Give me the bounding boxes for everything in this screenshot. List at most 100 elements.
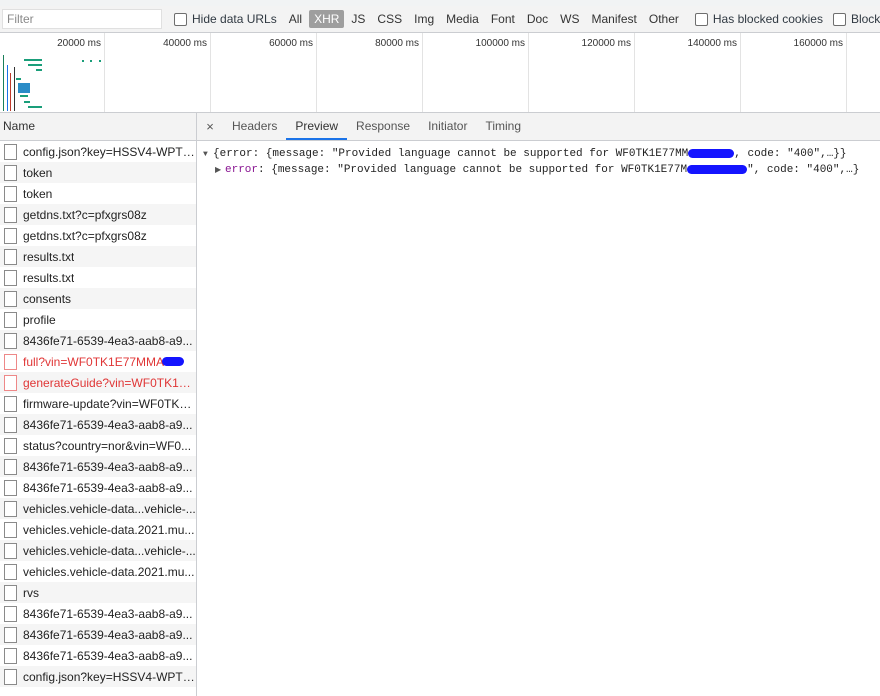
timeline-tick-label: 80000 ms [375,38,419,49]
waterfall-mark [14,67,15,111]
request-name: 8436fe71-6539-4ea3-aab8-a9... [23,333,193,348]
request-name: 8436fe71-6539-4ea3-aab8-a9... [23,459,193,474]
waterfall-mark [90,60,92,62]
timeline-gridline [210,33,211,112]
name-column-header[interactable]: Name [0,113,196,141]
request-row[interactable]: config.json?key=HSSV4-WPTF... [0,141,196,162]
request-details-panel: × Headers Preview Response Initiator Timing … [197,113,880,696]
request-row[interactable]: 8436fe71-6539-4ea3-aab8-a9... [0,477,196,498]
redacted-scribble [687,164,748,174]
request-name: consents [23,291,72,306]
filter-input[interactable] [2,9,162,29]
waterfall-mark [16,78,21,80]
timeline-gridline [634,33,635,112]
request-row[interactable]: results.txt [0,267,196,288]
has-blocked-cookies-toggle[interactable]: Has blocked cookies [694,12,823,26]
type-filter-css[interactable]: CSS [372,10,407,28]
waterfall-mark [82,60,84,62]
timeline-tick-label: 20000 ms [57,38,101,49]
tab-timing[interactable]: Timing [476,113,530,140]
request-row[interactable]: 8436fe71-6539-4ea3-aab8-a9... [0,330,196,351]
filter-bar: Hide data URLs AllXHRJSCSSImgMediaFontDo… [0,6,880,33]
request-row[interactable]: 8436fe71-6539-4ea3-aab8-a9... [0,624,196,645]
request-row[interactable]: token [0,183,196,204]
file-icon [4,584,17,601]
has-blocked-cookies-checkbox[interactable] [694,12,708,26]
request-name: getdns.txt?c=pfxgrs08z [23,228,147,243]
timeline-tick-label: 120000 ms [581,38,631,49]
request-row[interactable]: 8436fe71-6539-4ea3-aab8-a9... [0,414,196,435]
hide-data-urls-checkbox[interactable] [174,12,187,26]
type-filter-manifest[interactable]: Manifest [587,10,642,28]
type-filter-other[interactable]: Other [644,10,684,28]
type-filter-img[interactable]: Img [409,10,439,28]
json-error-line[interactable]: ▶ error: {message: "Provided language can… [203,162,880,178]
request-row[interactable]: getdns.txt?c=pfxgrs08z [0,225,196,246]
redacted-scribble [688,148,735,158]
request-row[interactable]: consents [0,288,196,309]
request-row[interactable]: 8436fe71-6539-4ea3-aab8-a9... [0,603,196,624]
json-key-error: error [225,164,259,176]
file-icon [4,311,17,328]
file-icon [4,521,17,538]
has-blocked-cookies-label: Has blocked cookies [712,12,823,26]
file-icon [4,542,17,559]
request-name: results.txt [23,249,75,264]
json-root-line[interactable]: ▼ {error: {message: "Provided language ca… [203,146,880,162]
type-filter-font[interactable]: Font [486,10,520,28]
waterfall-mark [24,59,42,61]
file-icon [4,647,17,664]
timeline-overview[interactable]: 20000 ms 40000 ms 60000 ms 80000 ms 100000 m… [0,33,880,113]
type-filter-ws[interactable]: WS [555,10,584,28]
request-name: results.txt [23,270,75,285]
timeline-tick-label: 140000 ms [687,38,737,49]
tab-response[interactable]: Response [347,113,419,140]
type-filter-doc[interactable]: Doc [522,10,553,28]
file-icon [4,458,17,475]
timeline-gridline [104,33,105,112]
request-row[interactable]: results.txt [0,246,196,267]
request-row[interactable]: getdns.txt?c=pfxgrs08z [0,204,196,225]
request-row[interactable]: 8436fe71-6539-4ea3-aab8-a9... [0,456,196,477]
close-icon[interactable]: × [197,114,223,140]
blocked-requests-toggle[interactable]: Blocked Rec [832,12,880,26]
file-icon [4,605,17,622]
request-row[interactable]: vehicles.vehicle-data.2021.mu... [0,519,196,540]
request-row[interactable]: status?country=nor&vin=WF0... [0,435,196,456]
request-row[interactable]: profile [0,309,196,330]
request-row[interactable]: vehicles.vehicle-data.2021.mu... [0,561,196,582]
blocked-requests-checkbox[interactable] [832,12,846,26]
request-row[interactable]: config.json?key=HSSV4-WPTF... [0,666,196,687]
request-name: profile [23,312,56,327]
timeline-gridline [316,33,317,112]
file-icon [4,668,17,685]
file-icon [4,416,17,433]
tab-headers[interactable]: Headers [223,113,286,140]
file-icon [4,227,17,244]
hide-data-urls-toggle[interactable]: Hide data URLs [174,12,277,26]
request-name: vehicles.vehicle-data...vehicle-... [23,543,196,558]
waterfall-mark [20,95,28,97]
tab-preview[interactable]: Preview [286,113,348,140]
request-name: 8436fe71-6539-4ea3-aab8-a9... [23,480,193,495]
request-row[interactable]: firmware-update?vin=WF0TK1... [0,393,196,414]
request-name: status?country=nor&vin=WF0... [23,438,192,453]
timeline-gridline [422,33,423,112]
waterfall-mark [28,106,42,108]
tab-initiator[interactable]: Initiator [419,113,476,140]
request-row[interactable]: vehicles.vehicle-data...vehicle-... [0,498,196,519]
request-row[interactable]: rvs [0,582,196,603]
type-filter-all[interactable]: All [284,10,307,28]
request-name: token [23,186,53,201]
type-filter-media[interactable]: Media [441,10,484,28]
request-row[interactable]: vehicles.vehicle-data...vehicle-... [0,540,196,561]
request-row[interactable]: generateGuide?vin=WF0TK1E... [0,372,196,393]
type-filter-xhr[interactable]: XHR [309,10,345,28]
collapsed-triangle-icon[interactable]: ▶ [215,163,225,179]
request-row[interactable]: 8436fe71-6539-4ea3-aab8-a9... [0,645,196,666]
type-filter-js[interactable]: JS [346,10,370,28]
expanded-triangle-icon[interactable]: ▼ [203,147,213,163]
request-row[interactable]: full?vin=WF0TK1E77MMA [0,351,196,372]
request-row[interactable]: token [0,162,196,183]
waterfall-mark [10,73,11,111]
